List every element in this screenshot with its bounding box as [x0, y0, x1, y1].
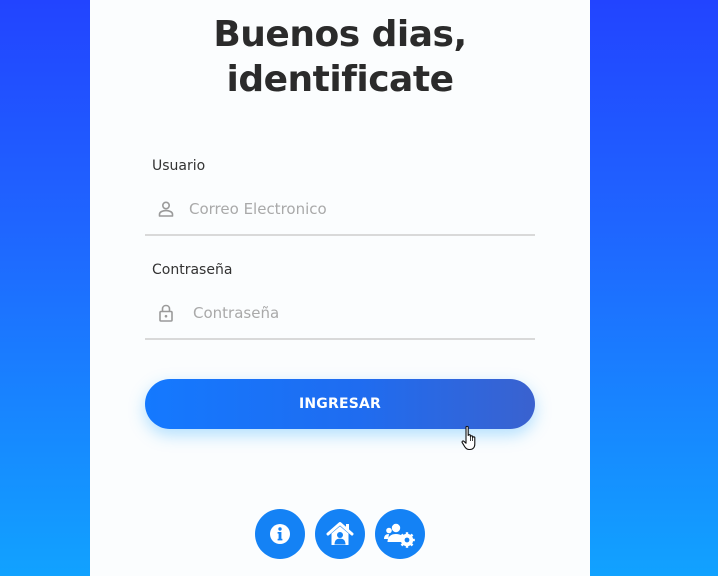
footer-icon-buttons [255, 509, 427, 559]
users-settings-icon [384, 523, 415, 548]
login-card: Buenos dias, identificate Usuario Contra… [90, 0, 590, 576]
password-field [145, 286, 535, 340]
home-button[interactable] [315, 509, 365, 559]
password-input[interactable] [191, 300, 525, 326]
lock-icon [159, 304, 173, 322]
home-icon [326, 522, 354, 545]
info-icon [270, 524, 290, 544]
title-line-1: Buenos dias, [213, 14, 467, 55]
user-field-label: Usuario [152, 158, 206, 174]
title-line-2: identificate [226, 59, 454, 100]
users-settings-button[interactable] [375, 509, 425, 559]
page-title: Buenos dias, identificate [90, 12, 590, 102]
user-field [145, 182, 535, 236]
user-icon [158, 201, 174, 217]
password-field-label: Contraseña [152, 262, 233, 278]
hand-cursor-icon [461, 425, 476, 451]
info-button[interactable] [255, 509, 305, 559]
email-input[interactable] [187, 196, 521, 222]
login-button[interactable]: INGRESAR [145, 379, 535, 429]
